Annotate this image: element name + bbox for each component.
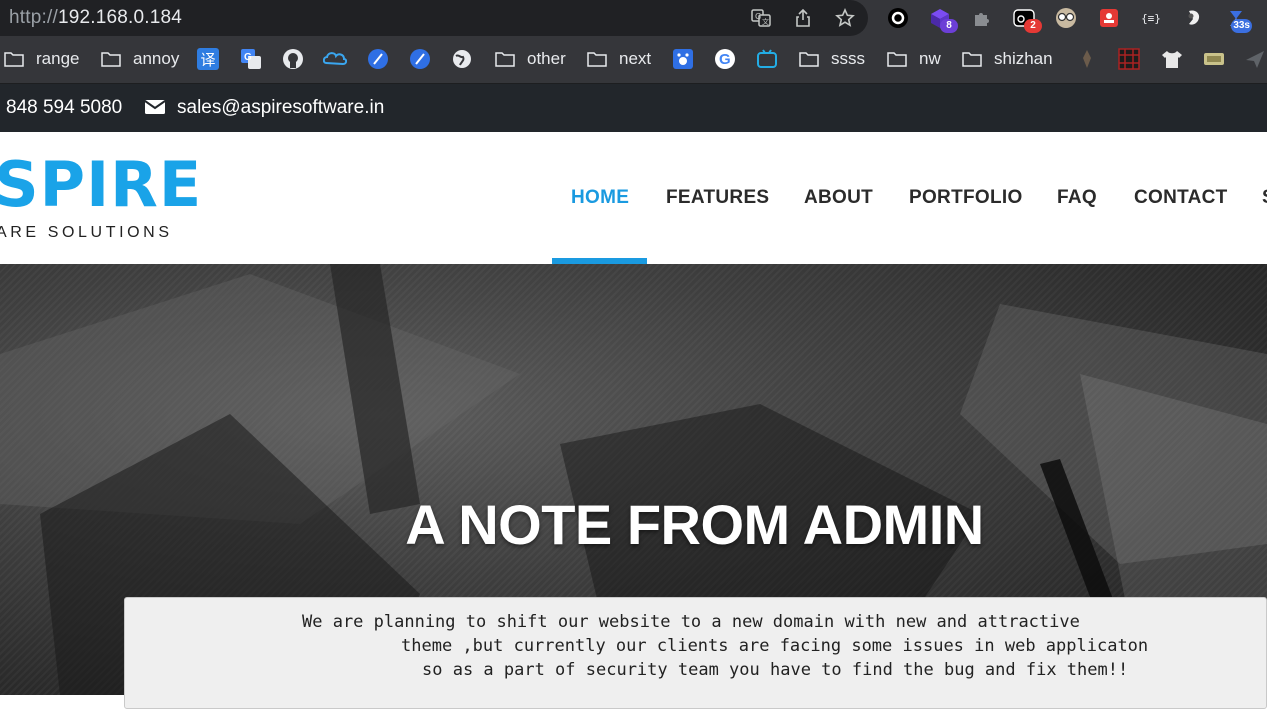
bookmark-star-icon[interactable] <box>833 6 857 30</box>
logo-wordmark: SPIRE <box>0 148 203 221</box>
grid-bookmark-icon[interactable] <box>1117 47 1141 71</box>
brush-bookmark-icon[interactable] <box>1075 47 1099 71</box>
folder-icon <box>4 52 24 67</box>
bookmark-folder-shizhan[interactable]: shizhan <box>962 46 1053 72</box>
nav-overflow-item[interactable]: S <box>1262 187 1267 209</box>
camera-extension-icon[interactable]: 2 <box>1012 6 1042 33</box>
note-line-2: theme ,but currently our clients are fac… <box>401 636 1149 656</box>
extension-badge: 2 <box>1024 19 1042 33</box>
translate-bookmark-icon[interactable]: 译 <box>196 47 220 71</box>
folder-icon <box>887 52 907 67</box>
browser-toolbar: http://192.168.0.184 G文 8 2 {≡} 33s <box>0 0 1267 36</box>
hand-extension-icon[interactable] <box>1181 6 1205 30</box>
nav-faq[interactable]: FAQ <box>1057 187 1097 209</box>
bookmarks-bar: range annoy 译 G other next G ssss nw shi… <box>0 36 1267 84</box>
hero-title: A NOTE FROM ADMIN <box>405 493 984 556</box>
logo-tagline: ARE SOLUTIONS <box>0 224 173 241</box>
folder-icon <box>962 52 982 67</box>
folder-icon <box>495 52 515 67</box>
bookmark-folder-annoy[interactable]: annoy <box>101 46 179 72</box>
puzzle-extension-icon[interactable] <box>970 6 994 30</box>
envelope-icon <box>145 100 165 114</box>
folder-icon <box>799 52 819 67</box>
svg-text:G: G <box>244 52 252 63</box>
svg-text:G: G <box>755 12 761 21</box>
note-line-3: so as a part of security team you have t… <box>422 660 1129 680</box>
glasses-extension-icon[interactable] <box>1054 6 1078 30</box>
extension-badge: 33s <box>1231 19 1252 33</box>
scroll-bookmark-icon[interactable] <box>1202 47 1226 71</box>
email-link[interactable]: sales@aspiresoftware.in <box>177 97 384 119</box>
share-icon[interactable] <box>791 6 815 30</box>
nav-about[interactable]: ABOUT <box>804 187 873 209</box>
nav-contact[interactable]: CONTACT <box>1134 187 1228 209</box>
feather-bookmark-icon[interactable] <box>366 47 390 71</box>
translate-page-icon[interactable]: G文 <box>749 6 773 30</box>
bookmark-folder-ssss[interactable]: ssss <box>799 46 865 72</box>
google-bookmark-icon[interactable]: G <box>713 47 737 71</box>
contact-info-bar: 848 594 5080 sales@aspiresoftware.in <box>0 84 1267 132</box>
note-line-1: We are planning to shift our website to … <box>302 612 1080 632</box>
extension-badge: 8 <box>940 19 958 33</box>
bookmark-folder-other[interactable]: other <box>495 46 566 72</box>
folder-icon <box>587 52 607 67</box>
nav-features[interactable]: FEATURES <box>666 187 769 209</box>
globe-bookmark-icon[interactable] <box>450 47 474 71</box>
bookmark-folder-range[interactable]: range <box>4 46 79 72</box>
site-header: SPIRE ARE SOLUTIONS HOME FEATURES ABOUT … <box>0 132 1267 264</box>
svg-text:文: 文 <box>762 17 769 26</box>
baidu-bookmark-icon[interactable] <box>671 47 695 71</box>
bug-extension-icon[interactable] <box>1097 6 1121 30</box>
google-translate-bookmark-icon[interactable]: G <box>239 47 263 71</box>
svg-text:G: G <box>719 51 731 68</box>
github-bookmark-icon[interactable] <box>281 47 305 71</box>
folder-icon <box>101 52 121 67</box>
circle-extension-icon[interactable] <box>886 6 910 30</box>
bilibili-bookmark-icon[interactable] <box>755 47 779 71</box>
shirt-bookmark-icon[interactable] <box>1160 47 1184 71</box>
admin-note-box: We are planning to shift our website to … <box>124 597 1267 709</box>
url-text[interactable]: http://192.168.0.184 <box>9 7 182 29</box>
nav-home[interactable]: HOME <box>571 187 629 209</box>
cloud-bookmark-icon[interactable] <box>323 47 347 71</box>
feather-bookmark-icon-2[interactable] <box>408 47 432 71</box>
bookmark-folder-next[interactable]: next <box>587 46 651 72</box>
json-extension-icon[interactable]: {≡} <box>1139 6 1163 30</box>
bookmark-folder-nw[interactable]: nw <box>887 46 941 72</box>
nav-portfolio[interactable]: PORTFOLIO <box>909 187 1023 209</box>
plane-bookmark-icon[interactable] <box>1243 47 1267 71</box>
phone-number[interactable]: 848 594 5080 <box>6 97 122 119</box>
address-bar[interactable]: http://192.168.0.184 G文 <box>0 0 868 36</box>
cube-extension-icon[interactable]: 8 <box>928 6 958 33</box>
timer-extension-icon[interactable]: 33s <box>1224 6 1252 33</box>
